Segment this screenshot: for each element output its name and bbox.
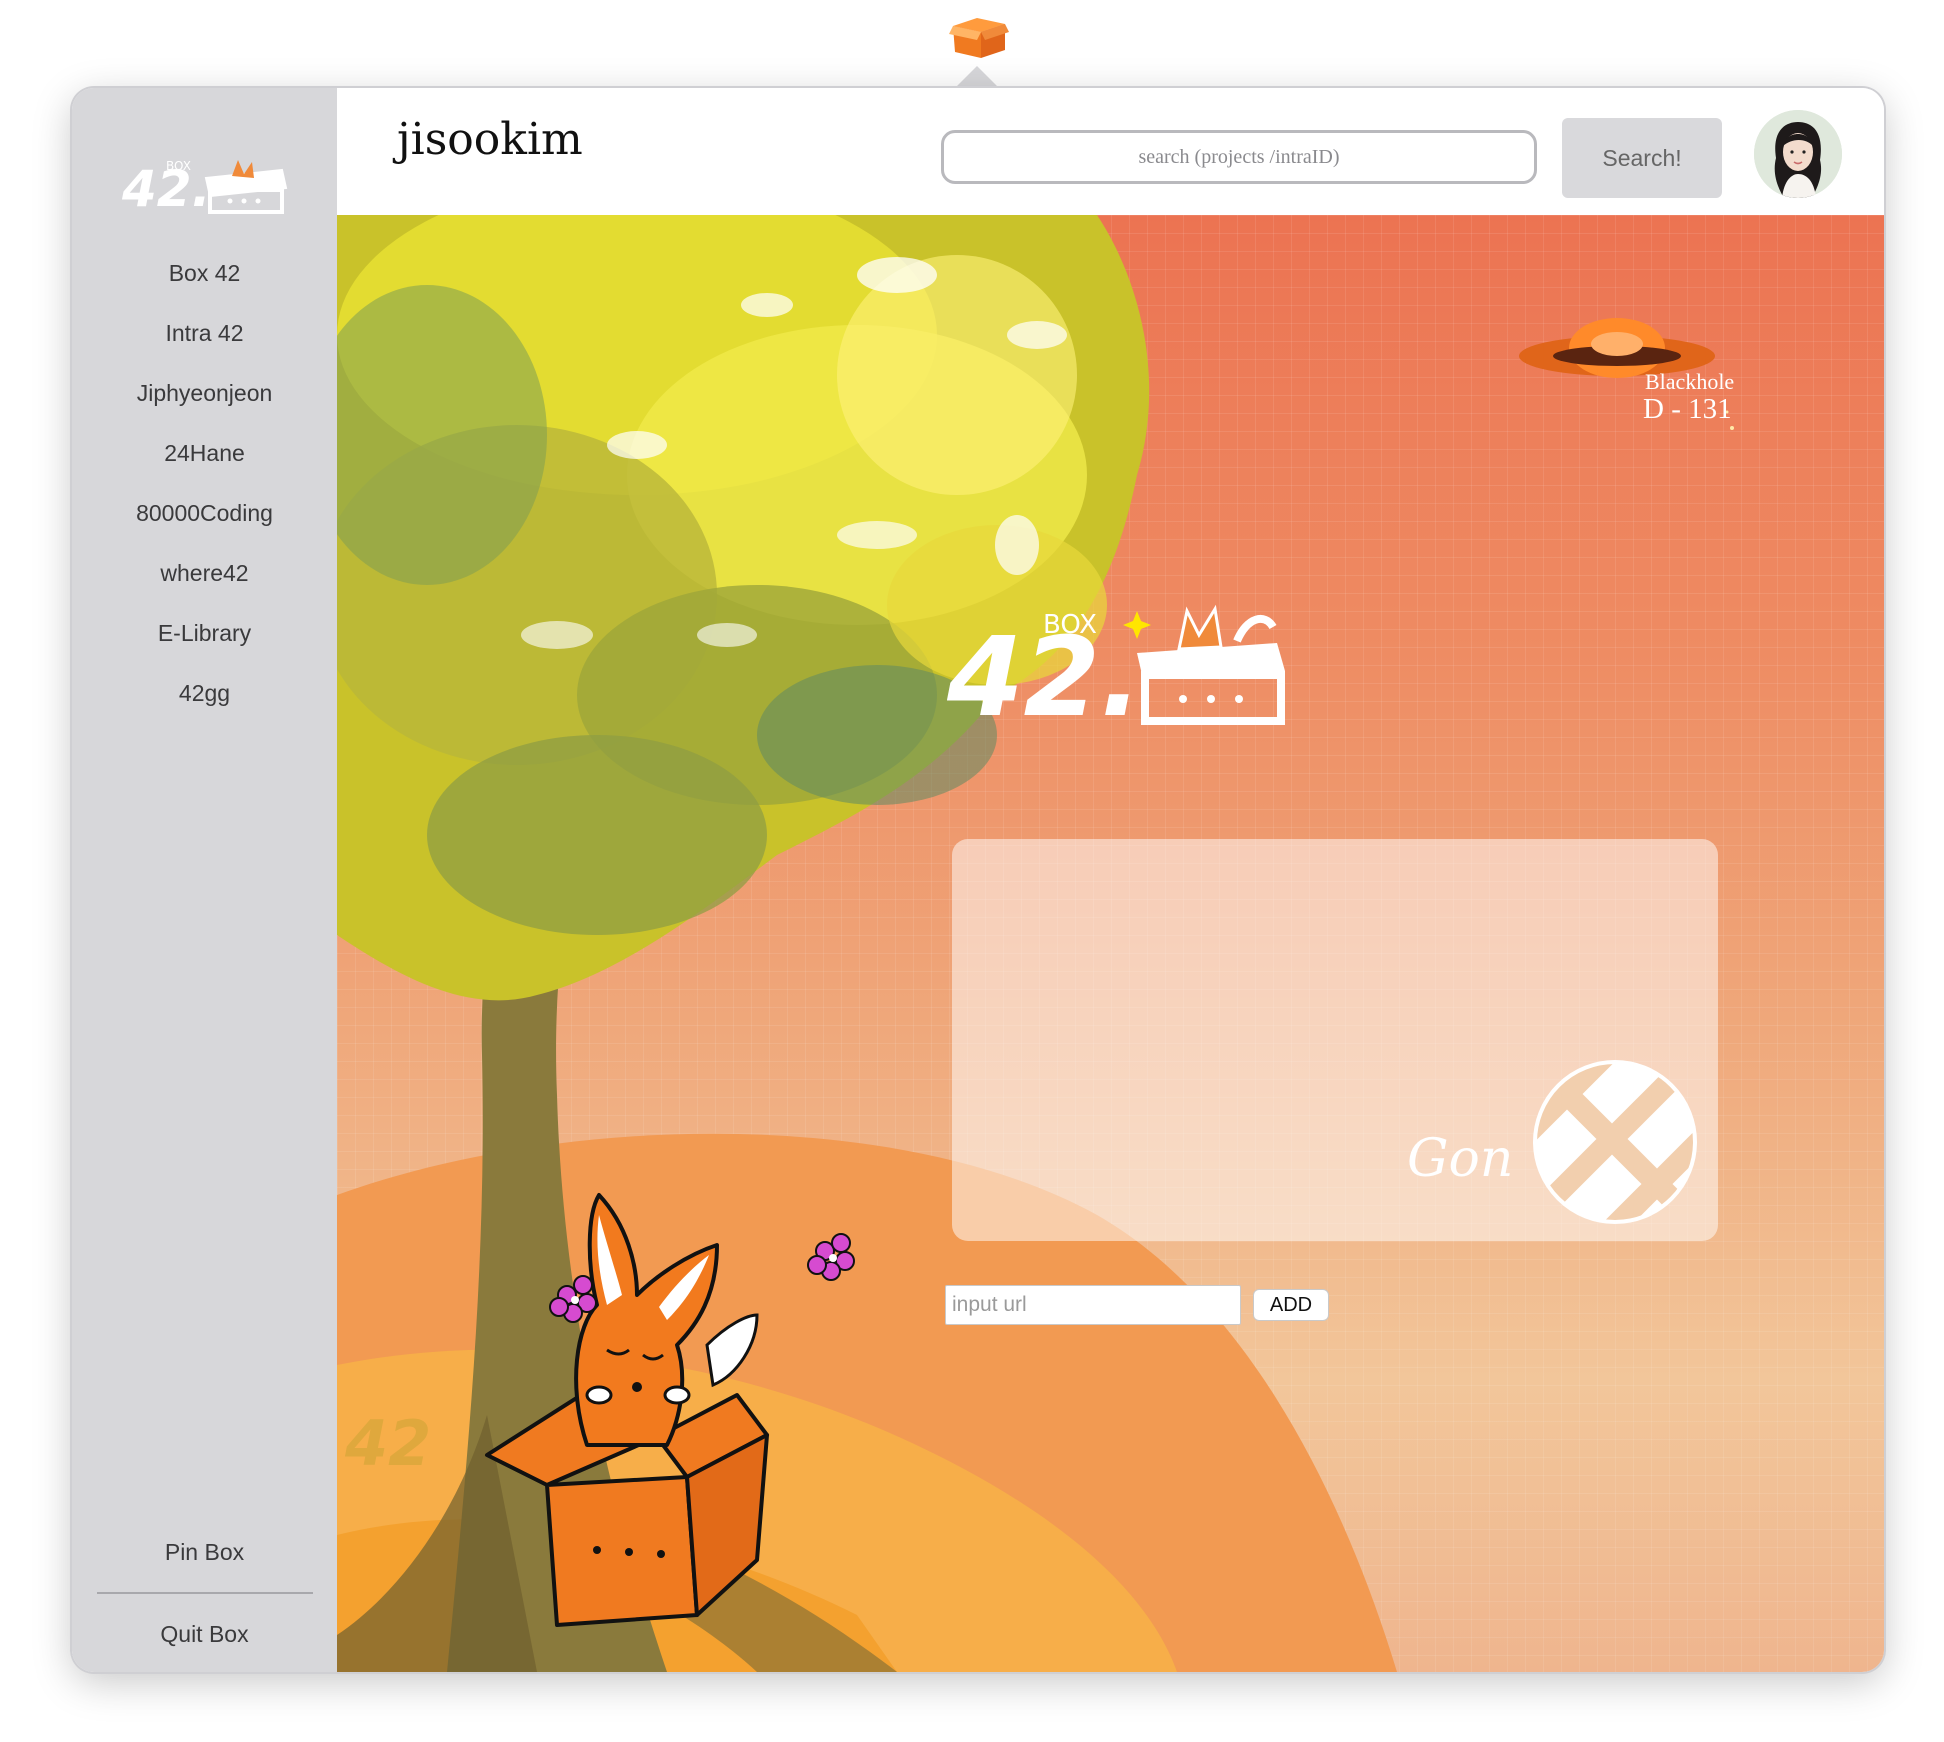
sidebar-item-box42[interactable]: Box 42 [72, 243, 337, 303]
sidebar-footer: Pin Box Quit Box [72, 1524, 337, 1662]
box42-main-logo: 42. BOX [947, 604, 1285, 727]
avatar[interactable] [1754, 110, 1842, 198]
avatar-image [1754, 110, 1842, 198]
card-name: Gon [1407, 1129, 1514, 1189]
screen: 42. BOX Box 42 Intra 42 Jiphyeonjeon 24H… [0, 0, 1944, 1742]
sidebar-item-where42[interactable]: where42 [72, 543, 337, 603]
blackhole-countdown: D - 131 [1643, 393, 1732, 425]
pin-box-button[interactable]: Pin Box [72, 1524, 337, 1580]
app-window: 42. BOX Box 42 Intra 42 Jiphyeonjeon 24H… [72, 88, 1884, 1672]
coalition-badge-icon [1533, 1060, 1697, 1224]
box42-logo: 42. BOX [121, 159, 288, 216]
sidebar-item-elibrary[interactable]: E-Library [72, 603, 337, 663]
sidebar-item-jiphyeonjeon[interactable]: Jiphyeonjeon [72, 363, 337, 423]
profile-card: Gon [952, 839, 1718, 1241]
blackhole-label: Blackhole [1645, 369, 1735, 394]
sidebar-item-42gg[interactable]: 42gg [72, 663, 337, 723]
top-bar: jisookim Search! [337, 88, 1884, 215]
sidebar-divider [96, 1592, 313, 1594]
url-input[interactable] [945, 1285, 1241, 1325]
svg-text:BOX: BOX [166, 159, 191, 173]
sidebar-item-80000coding[interactable]: 80000Coding [72, 483, 337, 543]
sidebar-nav: Box 42 Intra 42 Jiphyeonjeon 24Hane 8000… [72, 243, 337, 723]
add-url-button[interactable]: ADD [1253, 1289, 1329, 1321]
main-background: 42 Blackhole D - 131 42. BOX Gon input u… [337, 215, 1884, 1672]
page-title: jisookim [397, 114, 583, 165]
svg-text:42: 42 [344, 1407, 431, 1480]
box-tray-icon[interactable] [947, 12, 1011, 60]
popover-arrow [955, 66, 999, 88]
sidebar: 42. BOX Box 42 Intra 42 Jiphyeonjeon 24H… [72, 88, 337, 1672]
search-button[interactable]: Search! [1562, 118, 1722, 198]
quit-box-button[interactable]: Quit Box [72, 1606, 337, 1662]
svg-text:BOX: BOX [1043, 610, 1097, 640]
sidebar-item-intra42[interactable]: Intra 42 [72, 303, 337, 363]
search-input[interactable] [941, 130, 1537, 184]
sidebar-item-24hane[interactable]: 24Hane [72, 423, 337, 483]
